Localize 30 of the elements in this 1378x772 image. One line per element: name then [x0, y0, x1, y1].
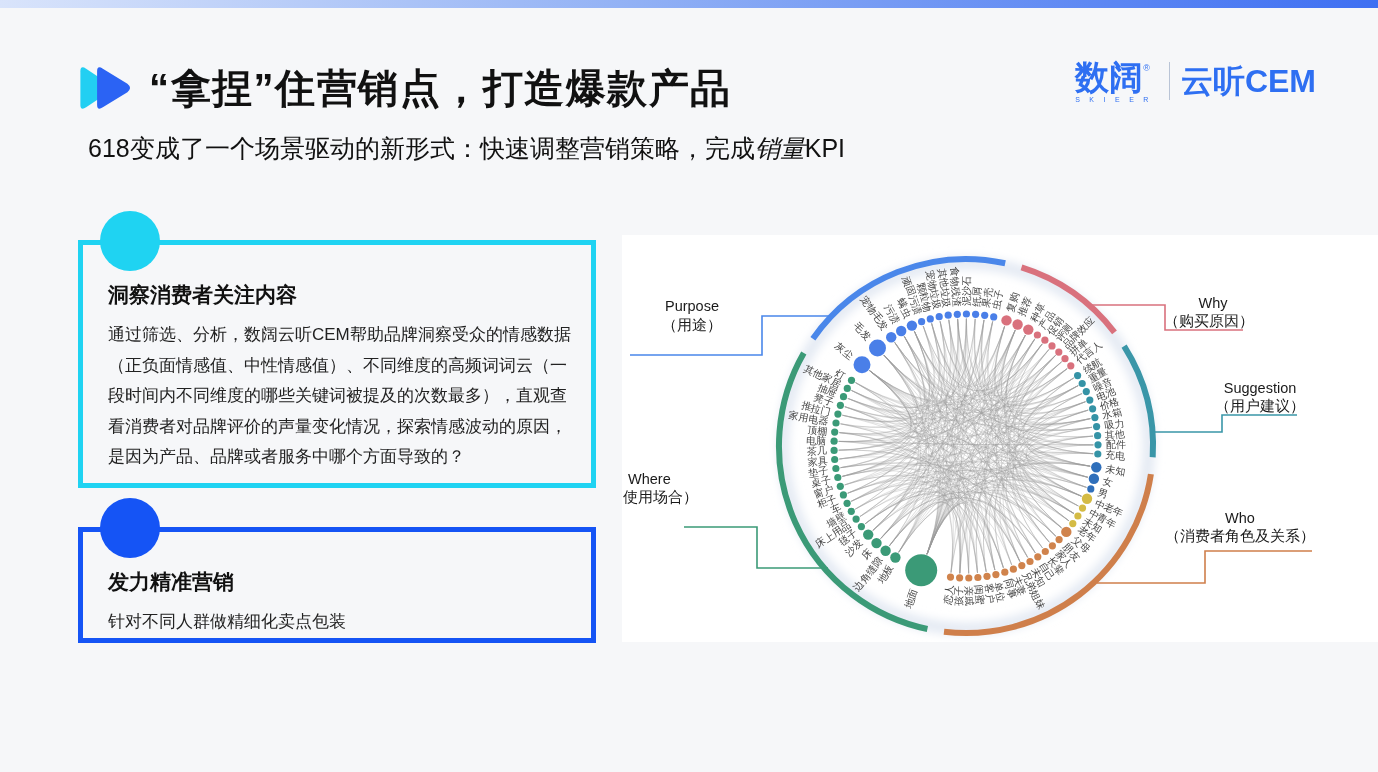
group-sublabel: （用户建议）	[1215, 398, 1305, 414]
card-title: 洞察消费者关注内容	[108, 282, 298, 308]
group-label: Where	[628, 471, 671, 487]
node-label: 毛发	[851, 320, 874, 343]
group-label: Suggestion	[1223, 380, 1297, 396]
slide-subtitle: 618变成了一个场景驱动的新形式：快速调整营销策略，完成销量KPI	[88, 133, 845, 163]
card-title: 发力精准营销	[108, 569, 235, 595]
slide-title: “拿捏”住营销点，打造爆款产品	[149, 65, 732, 112]
brand-logo-text: 数阔$^{®}$	[1075, 58, 1150, 95]
node-label: 亲戚	[963, 585, 975, 606]
node-label: 茶几	[806, 445, 827, 457]
node-label: 泥沙石	[961, 276, 973, 307]
node-label: 地面	[902, 587, 920, 610]
group-label: Who	[1225, 510, 1255, 526]
node-label: 灰尘	[832, 340, 856, 362]
node-label: 充电	[1104, 448, 1126, 462]
product-logo-text: 云听CEM	[1180, 63, 1316, 99]
node-label: 床	[859, 546, 875, 561]
group-sublabel: 使用场合）	[623, 489, 698, 505]
card-text: 通过筛选、分析，数阔云听CEM帮助品牌洞察受众的情感数据（正负面情感值、中性情感值）、不同维度的高频词词云（一段时间内不同维度的哪些关键词被提及的次数最多），直观查看消费者对品牌评价的声量变化情况，探索情感波动的原因，是因为产品、品牌或者服务中哪个方面导致的？	[108, 324, 572, 468]
group-sublabel: （消费者角色及关系）	[1165, 528, 1315, 544]
node-label: 女	[1101, 475, 1114, 489]
double-chevron-icon	[80, 65, 133, 111]
node-label: 配件	[1105, 439, 1126, 451]
group-label: Why	[1198, 295, 1228, 311]
node-label: 未知	[1104, 463, 1126, 478]
group-sublabel: （购买原因）	[1164, 313, 1254, 329]
card-text: 针对不同人群做精细化卖点包装	[108, 611, 347, 633]
group-label: Purpose	[665, 298, 719, 314]
group-sublabel: （用途）	[662, 317, 722, 333]
